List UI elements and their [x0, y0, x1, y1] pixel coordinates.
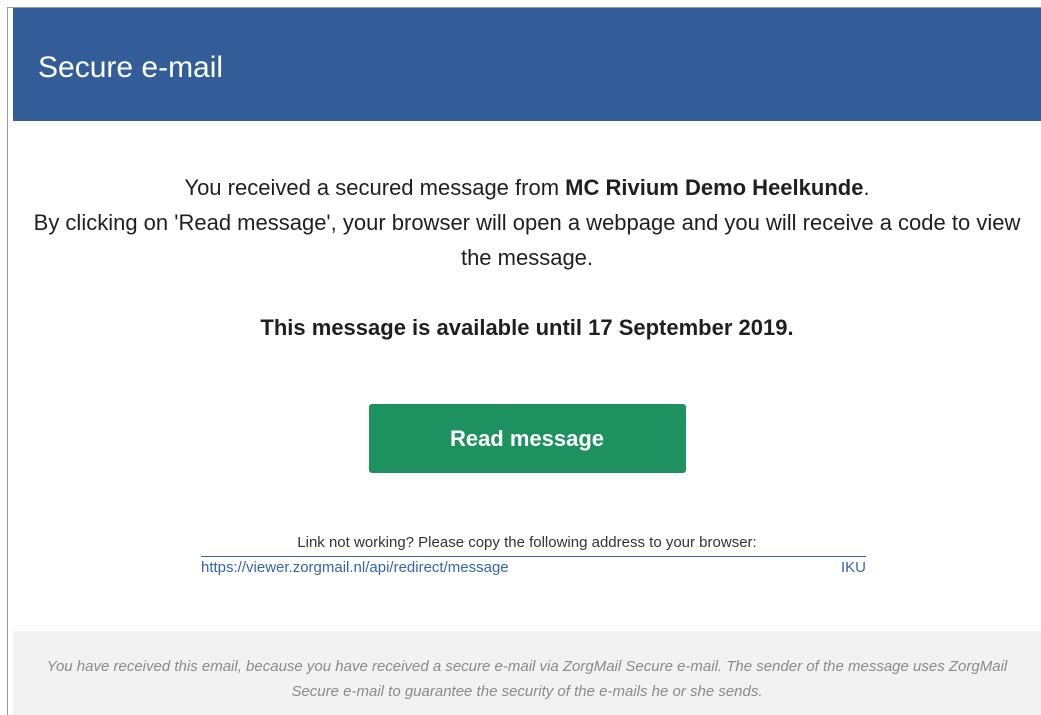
fallback-text: Link not working? Please copy the follow…	[297, 534, 757, 551]
availability-notice: This message is available until 17 Septe…	[260, 315, 794, 340]
header-title: Secure e-mail	[38, 51, 224, 84]
fallback-section: Link not working? Please copy the follow…	[13, 530, 1041, 582]
fallback-link-row: https://viewer.zorgmail.nl/api/redirect/…	[13, 556, 1041, 582]
email-header: Secure e-mail	[13, 8, 1041, 121]
email-footer: You have received this email, because yo…	[13, 631, 1041, 715]
intro-suffix: .	[863, 175, 870, 200]
url-start: https://viewer.zorgmail.nl/api/redirect/…	[201, 559, 509, 576]
footer-text: You have received this email, because yo…	[46, 658, 1008, 700]
fallback-url-link[interactable]: https://viewer.zorgmail.nl/api/redirect/…	[201, 556, 866, 576]
email-frame: Secure e-mail You received a secured mes…	[7, 7, 1041, 715]
intro-instructions: By clicking on 'Read message', your brow…	[33, 210, 1021, 270]
sender-name: MC Rivium Demo Heelkunde	[565, 175, 864, 200]
intro-prefix: You received a secured message from	[184, 175, 566, 200]
url-end: IKU	[840, 559, 866, 576]
read-message-button[interactable]: Read message	[368, 404, 686, 473]
email-body: You received a secured message from MC R…	[13, 121, 1041, 582]
intro-text: You received a secured message from MC R…	[32, 170, 1022, 275]
